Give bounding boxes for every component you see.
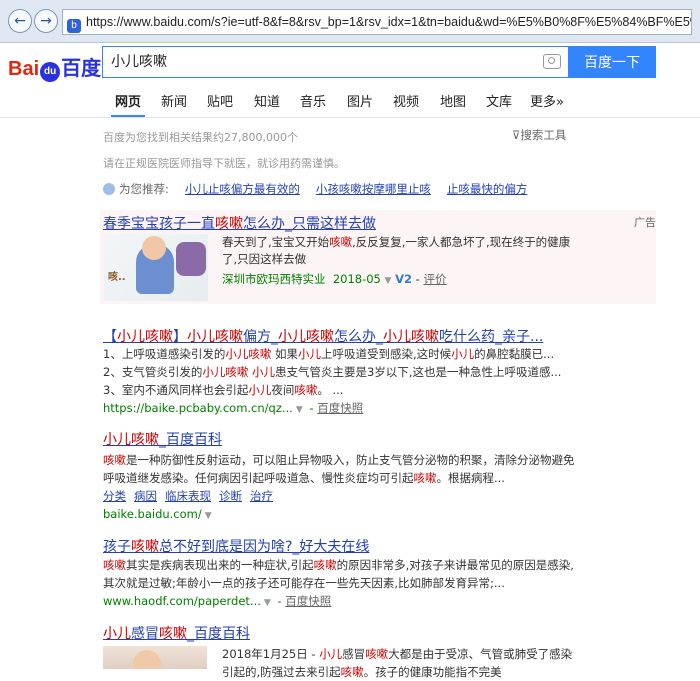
vertical-tabs: 网页 新闻 贴吧 知道 音乐 图片 视频 地图 文库 更多» [0, 87, 700, 118]
tab-news[interactable]: 新闻 [161, 91, 187, 110]
result-snippet: 1、上呼吸道感染引发的小儿咳嗽 如果小儿上呼吸道受到感染,这时候小儿的鼻腔黏膜已… [103, 347, 562, 397]
subtopic-link[interactable]: 临床表现 [165, 489, 211, 503]
tab-video[interactable]: 视频 [393, 91, 419, 110]
ad-title[interactable]: 春季宝宝孩子一直咳嗽怎么办_只需这样去做 [103, 213, 376, 233]
tab-map[interactable]: 地图 [440, 91, 466, 110]
subtopic-link[interactable]: 治疗 [250, 489, 273, 503]
result-url: www.haodf.com/paperdet... ▼ - 百度快照 [103, 594, 332, 608]
ad-label: 广告 [634, 216, 656, 229]
hand-figure [176, 242, 206, 276]
back-arrow-icon[interactable]: ← [8, 9, 32, 33]
tab-tieba[interactable]: 贴吧 [207, 91, 233, 110]
child-head [142, 236, 166, 260]
result-snippet: 咳嗽其实是疾病表现出来的一种症状,引起咳嗽的原因非常多,对孩子来讲最常见的原因是… [103, 558, 574, 590]
result-title[interactable]: 小儿咳嗽_百度百科 [103, 429, 222, 449]
result-title[interactable]: 孩子咳嗽总不好到底是因为啥?_好大夫在线 [103, 536, 369, 556]
address-bar[interactable]: b https://www.baidu.com/s?ie=utf-8&f=8&rs… [62, 9, 692, 35]
chevron-down-icon[interactable]: ▼ [264, 598, 271, 608]
review-link[interactable]: 评价 [423, 272, 446, 286]
result-count: 百度为您找到相关结果约27,800,000个 [103, 131, 298, 144]
chevron-down-icon[interactable]: ▼ [205, 511, 212, 521]
person-head [133, 650, 161, 669]
recommend-link[interactable]: 小儿止咳偏方最有效的 [185, 182, 300, 196]
recommend-bar: 为您推荐: 小儿止咳偏方最有效的 小孩咳嗽按摩哪里止咳 止咳最快的偏方 [103, 181, 527, 197]
ad-date: 2018-05 [332, 272, 381, 286]
tab-wenku[interactable]: 文库 [486, 91, 512, 110]
subtopic-links: 分类 病因 临床表现 诊断 治疗 [103, 487, 575, 505]
snapshot-link[interactable]: 百度快照 [285, 594, 331, 608]
ad-image[interactable]: 咳.. [104, 234, 208, 301]
medical-tip: 请在正规医院医师指导下就医，就诊用药需谨慎。 [103, 157, 345, 170]
subtopic-link[interactable]: 病因 [134, 489, 157, 503]
recommend-link[interactable]: 小孩咳嗽按摩哪里止咳 [316, 182, 431, 196]
paw-icon [103, 183, 115, 195]
result-thumbnail[interactable] [103, 646, 207, 669]
recommend-link[interactable]: 止咳最快的偏方 [447, 182, 528, 196]
snapshot-link[interactable]: 百度快照 [317, 401, 363, 415]
tab-zhidao[interactable]: 知道 [254, 91, 280, 110]
search-header: Baidu百度 百度一下 [0, 43, 700, 87]
ad-source[interactable]: 深圳市欧玛西特实业 [222, 272, 326, 286]
ad-description: 春天到了,宝宝又开始咳嗽,反反复复,一家人都急坏了,现在终于的健康 了,只因这样… [222, 235, 571, 286]
forward-arrow-icon[interactable]: → [34, 9, 58, 33]
v2-badge[interactable]: V2 [395, 272, 412, 286]
subtopic-link[interactable]: 分类 [103, 489, 126, 503]
paw-icon: du [40, 62, 61, 82]
baidu-favicon-icon: b [67, 19, 81, 33]
subtopic-link[interactable]: 诊断 [219, 489, 242, 503]
result-url: baike.baidu.com/▼ [103, 507, 212, 521]
url-text: https://www.baidu.com/s?ie=utf-8&f=8&rsv… [86, 15, 692, 29]
result-snippet: 2018年1月25日 - 小儿感冒咳嗽大都是由于受凉、气管或肺受了感染 引起的,… [222, 647, 573, 679]
search-tools-button[interactable]: ⊽搜索工具 [512, 127, 566, 143]
result-title[interactable]: 小儿感冒咳嗽_百度百科 [103, 623, 250, 643]
search-button[interactable]: 百度一下 [568, 46, 656, 78]
chevron-down-icon[interactable]: ▼ [296, 405, 303, 415]
tab-images[interactable]: 图片 [347, 91, 373, 110]
browser-toolbar: ← → b https://www.baidu.com/s?ie=utf-8&f=… [0, 0, 700, 43]
tab-web[interactable]: 网页 [110, 91, 146, 117]
result-snippet: 咳嗽是一种防御性反射运动，可以阻止异物吸入，防止支气管分泌物的积聚，清除分泌物避… [103, 453, 575, 505]
search-input[interactable] [103, 47, 539, 75]
result-url: https://baike.pcbaby.com.cn/qz... ▼ - 百度快… [103, 401, 364, 415]
camera-icon[interactable] [543, 54, 561, 69]
cough-text: 咳.. [108, 272, 126, 283]
search-box [102, 46, 569, 78]
baidu-logo[interactable]: Bai du 百度 [8, 52, 101, 82]
tab-music[interactable]: 音乐 [300, 91, 326, 110]
chevron-down-icon[interactable]: ▼ [385, 276, 392, 286]
result-title[interactable]: 【小儿咳嗽】小儿咳嗽偏方_小儿咳嗽怎么办_小儿咳嗽吃什么药_亲子... [103, 326, 543, 346]
tab-more[interactable]: 更多» [530, 91, 564, 110]
